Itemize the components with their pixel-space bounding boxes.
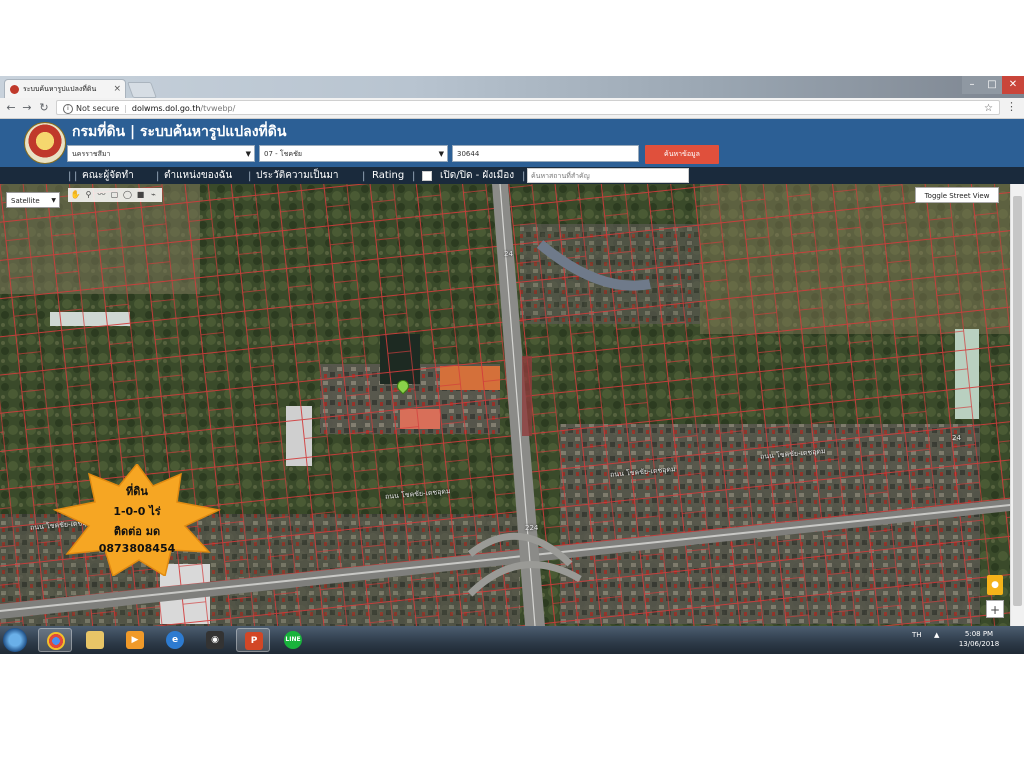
clock-date: 13/06/2018	[958, 640, 1000, 648]
rectangle-icon[interactable]: ■	[135, 189, 146, 200]
start-button[interactable]	[3, 628, 27, 652]
url-field[interactable]: i Not secure | dolwms.dol.go.th/tvwebp/ ☆	[56, 100, 1000, 115]
map-type-value: Satellite	[11, 197, 40, 205]
url-host: dolwms.dol.go.th	[131, 104, 201, 113]
browser-menu-icon[interactable]: ⋮	[1006, 100, 1017, 113]
line-app-icon: LINE	[284, 631, 302, 649]
parcel-number-value: 30644	[457, 150, 480, 158]
close-window-button[interactable]: ✕	[1002, 76, 1024, 94]
nav-menu: | | คณะผู้จัดทำ | ตำแหน่งของฉัน | ประวัต…	[0, 167, 1024, 184]
roadside-strip	[522, 356, 532, 436]
map-drawing-toolbar: ✋ ⚲ 〰 ▢ ◯ ■ ⌁	[68, 188, 162, 202]
site-favicon-icon	[10, 85, 19, 94]
new-tab-button[interactable]	[127, 82, 157, 98]
chevron-down-icon: ▼	[51, 197, 56, 204]
hand-pan-icon[interactable]: ✋	[70, 189, 81, 200]
camera-icon: ◉	[206, 631, 224, 649]
nav-separator: |	[362, 171, 366, 182]
nav-separator: |	[522, 171, 526, 182]
taskbar-line[interactable]: LINE	[276, 628, 310, 652]
info-icon[interactable]: i	[63, 103, 73, 114]
measure-icon[interactable]: ⌁	[148, 189, 159, 200]
reload-icon[interactable]: ↻	[37, 100, 51, 116]
nav-separator: |	[68, 171, 72, 182]
district-select[interactable]: 07 - โชคชัย ▼	[259, 145, 448, 162]
satellite-map[interactable]: Satellite ▼ ✋ ⚲ 〰 ▢ ◯ ■ ⌁ Toggle Street …	[0, 184, 1010, 626]
parcel-number-input[interactable]: 30644	[452, 145, 639, 162]
browser-titlebar: ระบบค้นหารูปแปลงที่ดิน × – □ ✕	[0, 76, 1024, 98]
badge-line-2: 1-0-0 ไร่	[113, 505, 161, 518]
taskbar-media-player[interactable]: ▶	[118, 628, 152, 652]
nav-item-history[interactable]: ประวัติความเป็นมา	[256, 168, 339, 183]
chevron-down-icon: ▼	[245, 150, 251, 158]
media-player-icon: ▶	[126, 631, 144, 649]
site-header: กรมที่ดิน | ระบบค้นหารูปแปลงที่ดิน นครรา…	[0, 119, 1024, 167]
page-scrollbar[interactable]	[1010, 184, 1024, 626]
browser-window: ระบบค้นหารูปแปลงที่ดิน × – □ ✕ ← → ↻ i No…	[0, 76, 1024, 654]
polyline-icon[interactable]: 〰	[96, 189, 107, 200]
nav-separator: |	[74, 171, 78, 182]
taskbar-powerpoint[interactable]: P	[236, 628, 270, 652]
nav-separator: |	[248, 171, 252, 182]
url-path: /tvwebp/	[200, 104, 236, 113]
badge-line-3: ติดต่อ มด	[113, 525, 161, 538]
marker-icon[interactable]: ⚲	[83, 189, 94, 200]
back-arrow-icon[interactable]: ←	[4, 100, 18, 116]
nav-item-my-location[interactable]: ตำแหน่งของฉัน	[164, 168, 232, 183]
badge-line-4: 0873808454	[98, 542, 176, 555]
clock-time: 5:08 PM	[964, 630, 994, 638]
powerpoint-icon: P	[245, 632, 263, 650]
system-clock[interactable]: 5:08 PM 13/06/2018	[955, 629, 1003, 649]
nav-separator: |	[156, 171, 160, 182]
badge-line-1: ที่ดิน	[126, 485, 148, 498]
tab-title: ระบบค้นหารูปแปลงที่ดิน	[23, 85, 97, 93]
tray-arrow-icon[interactable]: ▲	[934, 631, 939, 639]
taskbar-chrome[interactable]	[38, 628, 72, 652]
taskbar-internet-explorer[interactable]: e	[158, 628, 192, 652]
zoom-in-button[interactable]: +	[986, 600, 1004, 618]
nav-item-team[interactable]: คณะผู้จัดทำ	[82, 168, 134, 183]
nav-separator: |	[412, 171, 416, 182]
nav-item-rating[interactable]: Rating	[372, 168, 404, 183]
city-plan-checkbox[interactable]	[422, 171, 432, 181]
language-indicator[interactable]: TH	[912, 631, 922, 639]
land-sale-badge: ที่ดิน 1-0-0 ไร่ ติดต่อ มด 0873808454	[53, 464, 221, 576]
taskbar-explorer[interactable]	[78, 628, 112, 652]
polygon-icon[interactable]: ▢	[109, 189, 120, 200]
toggle-street-view-button[interactable]: Toggle Street View	[915, 187, 999, 203]
star-burst-shape	[53, 464, 221, 576]
search-button[interactable]: ค้นหาข้อมูล	[645, 145, 719, 164]
province-select-value: นครราชสีมา	[72, 150, 111, 158]
route-shield: 24	[952, 434, 961, 442]
place-search-input[interactable]: ค้นหาสถานที่สำคัญ	[527, 168, 689, 183]
nav-item-city-plan[interactable]: เปิด/ปิด - ผังเมือง	[440, 168, 514, 183]
windows-taskbar: ▶ e ◉ P LINE TH ▲ 5:08 PM 13/06/2018	[0, 626, 1024, 654]
place-search-placeholder: ค้นหาสถานที่สำคัญ	[531, 172, 590, 180]
bookmark-star-icon[interactable]: ☆	[984, 101, 993, 116]
scrollbar-thumb[interactable]	[1013, 196, 1022, 606]
province-select[interactable]: นครราชสีมา ▼	[67, 145, 255, 162]
route-shield: 24	[504, 250, 513, 258]
folder-icon	[86, 631, 104, 649]
browser-tab[interactable]: ระบบค้นหารูปแปลงที่ดิน ×	[4, 79, 126, 98]
page-title: กรมที่ดิน | ระบบค้นหารูปแปลงที่ดิน	[72, 124, 287, 140]
district-select-value: 07 - โชคชัย	[264, 150, 302, 158]
security-label: Not secure	[76, 104, 120, 113]
internet-explorer-icon: e	[166, 631, 184, 649]
address-bar: ← → ↻ i Not secure | dolwms.dol.go.th/tvweb…	[0, 98, 1024, 119]
map-type-select[interactable]: Satellite ▼	[6, 192, 60, 208]
minimize-button[interactable]: –	[962, 76, 982, 94]
route-shield: 224	[525, 524, 539, 532]
chrome-icon	[47, 632, 65, 650]
taskbar-camera[interactable]: ◉	[198, 628, 232, 652]
circle-icon[interactable]: ◯	[122, 189, 133, 200]
url-separator: |	[124, 104, 127, 113]
maximize-button[interactable]: □	[982, 76, 1002, 94]
tab-close-icon[interactable]: ×	[113, 80, 121, 99]
chevron-down-icon: ▼	[438, 150, 444, 158]
street-view-pegman-icon[interactable]: ●	[987, 575, 1003, 595]
forward-arrow-icon[interactable]: →	[20, 100, 34, 116]
department-seal-logo	[24, 122, 66, 164]
